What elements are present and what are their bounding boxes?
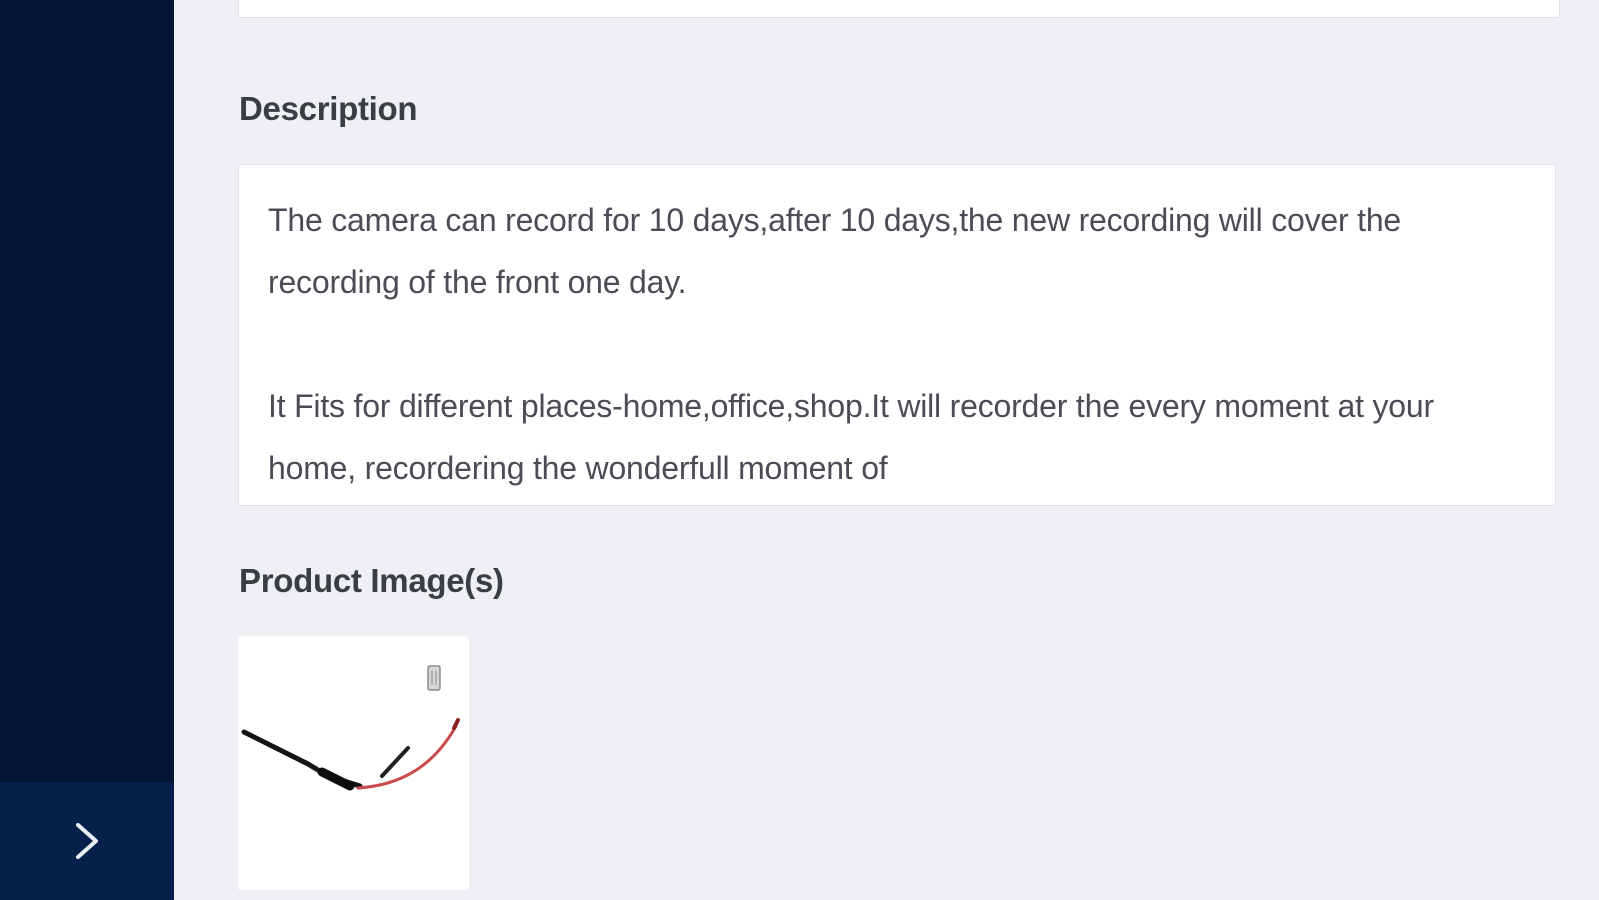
trash-icon[interactable] [426,662,442,694]
main-content: Description The camera can record for 10… [174,0,1599,900]
sidebar-expand-button[interactable] [0,782,174,900]
product-images-label: Product Image(s) [239,562,504,599]
sidebar [0,0,174,900]
app-root: Description The camera can record for 10… [0,0,1599,900]
product-image-thumbnail[interactable] [238,636,469,890]
previous-field-input[interactable] [238,0,1560,18]
description-textarea[interactable]: The camera can record for 10 days,after … [238,164,1556,506]
chevron-right-icon [72,821,102,861]
description-label: Description [239,90,418,127]
